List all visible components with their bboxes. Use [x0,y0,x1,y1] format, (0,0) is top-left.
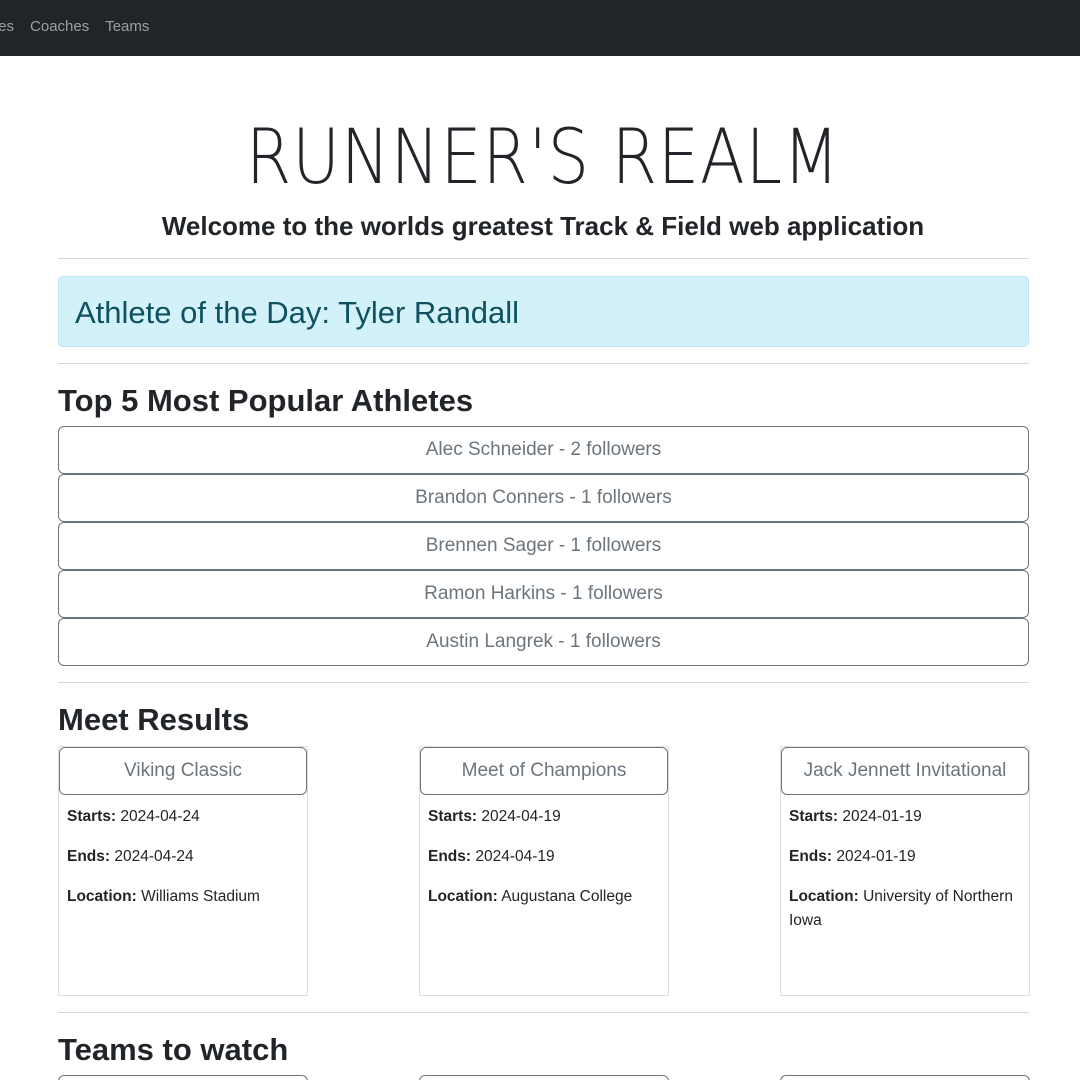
location-label: Location: [67,888,137,905]
meet-start-date: 2024-01-19 [842,808,922,825]
athlete-of-day-text: Athlete of the Day: Tyler Randall [75,295,520,330]
nav-link-teams[interactable]: Teams [105,18,149,35]
nav-link-athletes[interactable]: tes [0,18,14,35]
meet-location-value: Augustana College [501,888,633,905]
popular-athlete-button[interactable]: Alec Schneider - 2 followers [58,426,1029,474]
meet-title-button[interactable]: Meet of Champions [420,747,668,795]
divider [58,682,1029,683]
teams-to-watch-heading: Teams to watch [58,1032,289,1067]
nav-link-coaches[interactable]: Coaches [30,18,89,35]
meet-details: Starts: 2024-01-19 Ends: 2024-01-19 Loca… [789,805,1023,949]
popular-athlete-button[interactable]: Ramon Harkins - 1 followers [58,570,1029,618]
meet-card: Jack Jennett Invitational Starts: 2024-0… [780,746,1030,996]
meet-start-date: 2024-04-19 [481,808,561,825]
top-navbar: tes Coaches Teams [0,0,1080,56]
page-title: RUNNER'S REALM [245,112,841,201]
popular-athlete-button[interactable]: Austin Langrek - 1 followers [58,618,1029,666]
ends-label: Ends: [789,848,833,865]
starts-label: Starts: [67,808,117,825]
meet-details: Starts: 2024-04-24 Ends: 2024-04-24 Loca… [67,805,301,925]
meet-title-button[interactable]: Viking Classic [59,747,307,795]
popular-athletes-list: Alec Schneider - 2 followers Brandon Con… [58,426,1029,666]
meet-start-date: 2024-04-24 [120,808,200,825]
athlete-of-day-alert: Athlete of the Day: Tyler Randall [58,276,1029,347]
team-card[interactable] [780,1075,1030,1080]
ends-label: Ends: [428,848,472,865]
popular-athlete-button[interactable]: Brennen Sager - 1 followers [58,522,1029,570]
divider [58,363,1029,364]
meet-end-date: 2024-01-19 [836,848,916,865]
meet-location: Location: University of Northern Iowa [789,885,1023,933]
divider [58,258,1029,259]
team-card[interactable] [58,1075,308,1080]
meet-details: Starts: 2024-04-19 Ends: 2024-04-19 Loca… [428,805,662,925]
meet-title-button[interactable]: Jack Jennett Invitational [781,747,1029,795]
meet-end-date: 2024-04-19 [475,848,555,865]
meet-ends: Ends: 2024-04-24 [67,845,301,869]
meet-starts: Starts: 2024-01-19 [789,805,1023,829]
meet-ends: Ends: 2024-01-19 [789,845,1023,869]
meet-location: Location: Augustana College [428,885,662,909]
meet-location: Location: Williams Stadium [67,885,301,909]
popular-athletes-heading: Top 5 Most Popular Athletes [58,383,474,418]
meet-card: Meet of Champions Starts: 2024-04-19 End… [419,746,669,996]
nav-links: tes Coaches Teams [0,18,149,35]
meet-starts: Starts: 2024-04-24 [67,805,301,829]
meet-ends: Ends: 2024-04-19 [428,845,662,869]
meet-end-date: 2024-04-24 [114,848,194,865]
starts-label: Starts: [789,808,839,825]
location-label: Location: [789,888,859,905]
meet-starts: Starts: 2024-04-19 [428,805,662,829]
ends-label: Ends: [67,848,111,865]
popular-athlete-button[interactable]: Brandon Conners - 1 followers [58,474,1029,522]
divider [58,1012,1029,1013]
starts-label: Starts: [428,808,478,825]
meet-card: Viking Classic Starts: 2024-04-24 Ends: … [58,746,308,996]
meet-location-value: Williams Stadium [141,888,260,905]
location-label: Location: [428,888,498,905]
meet-results-heading: Meet Results [58,702,250,737]
team-card[interactable] [419,1075,669,1080]
page-subtitle: Welcome to the worlds greatest Track & F… [161,211,925,241]
